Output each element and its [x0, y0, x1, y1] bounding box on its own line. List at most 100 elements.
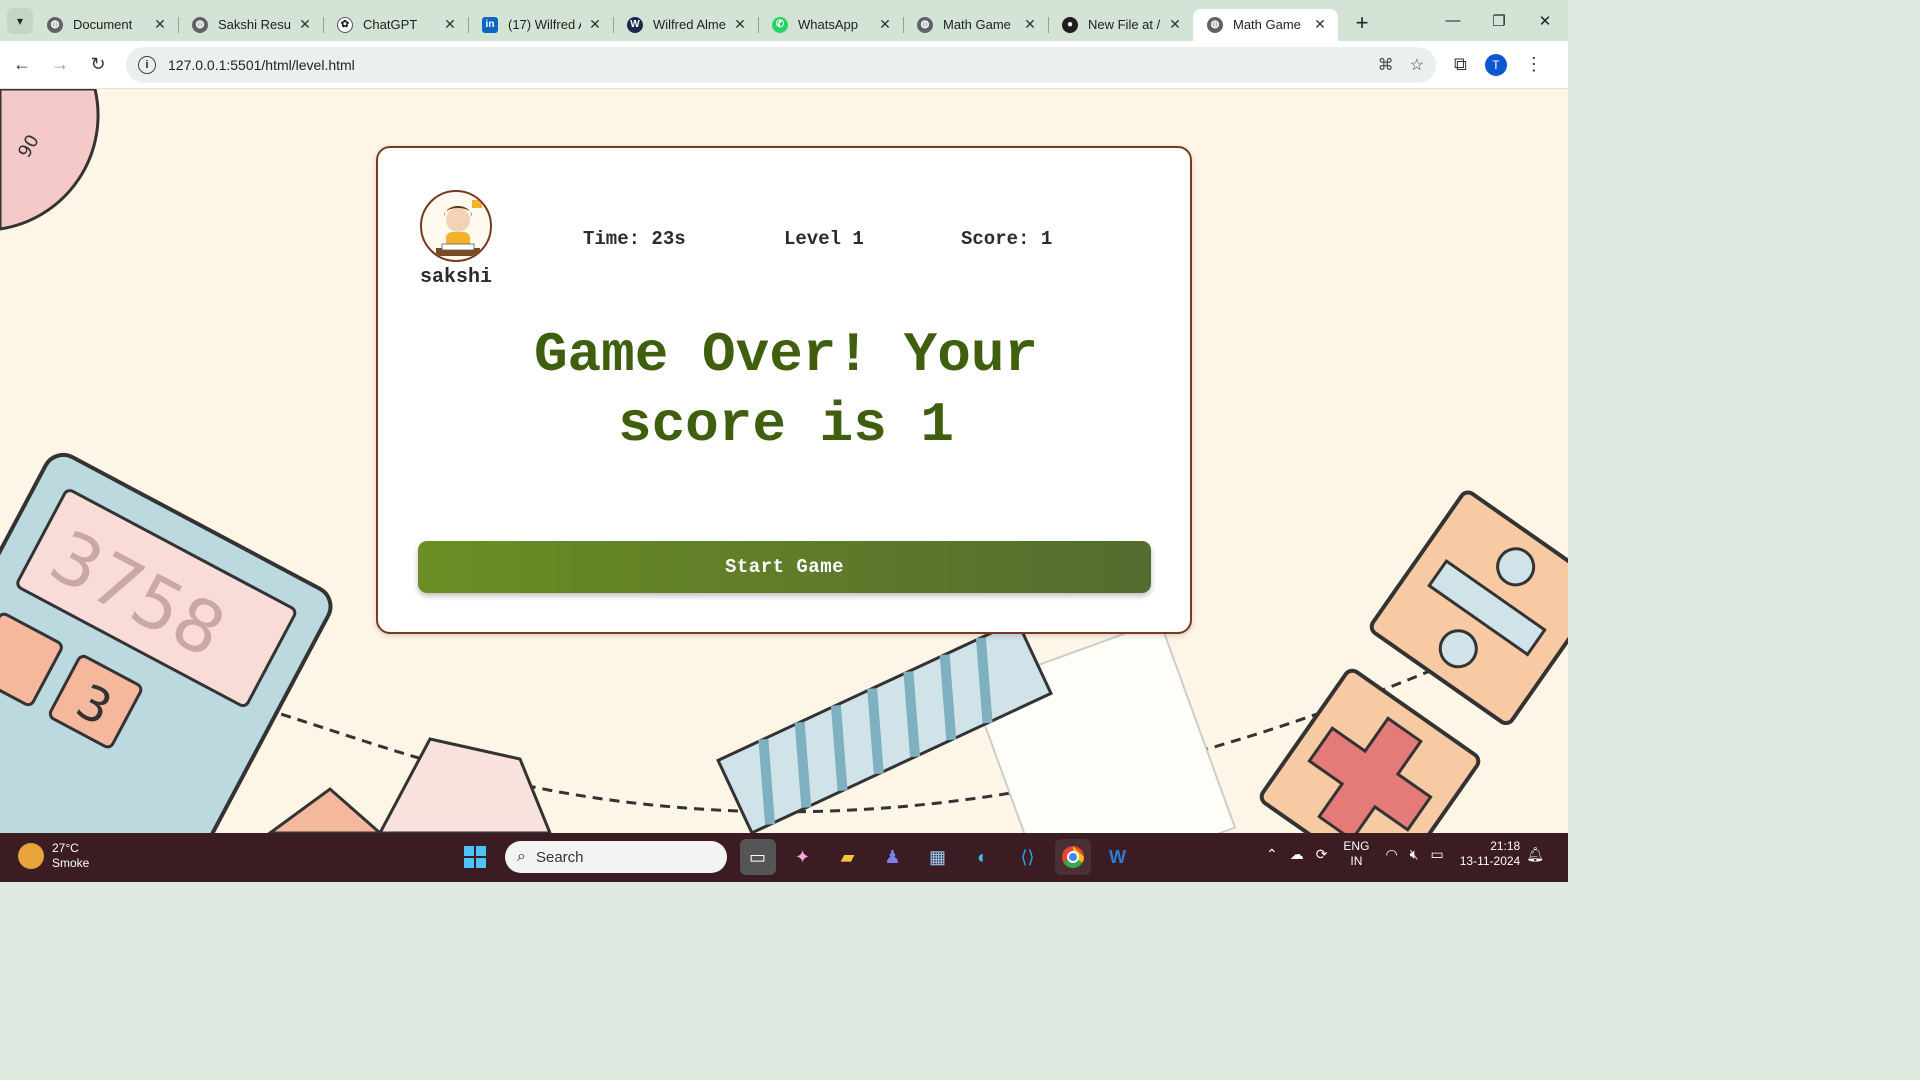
menu-kebab-icon[interactable]: ⋮: [1525, 54, 1543, 75]
translate-icon[interactable]: ⌘: [1378, 55, 1394, 75]
chrome-icon[interactable]: [1054, 839, 1091, 875]
game-card: sakshi Time: 23s Level 1 Score: 1 Game O…: [376, 146, 1192, 634]
battery-icon[interactable]: ▭: [1430, 846, 1443, 863]
score-display: Score: 1: [961, 228, 1053, 250]
close-window-icon[interactable]: ✕: [1522, 0, 1568, 41]
tab-math-game-1[interactable]: ◍ Math Game ✕: [903, 9, 1048, 41]
weather-sun-icon: [18, 843, 44, 869]
profile-avatar[interactable]: T: [1484, 53, 1507, 76]
close-icon[interactable]: ✕: [1167, 16, 1183, 33]
wifi-icon[interactable]: ◠: [1385, 846, 1397, 863]
eraser-decoration: [267, 737, 552, 833]
address-bar[interactable]: i 127.0.0.1:5501/html/level.html ⌘ ☆: [126, 46, 1436, 83]
close-icon[interactable]: ✕: [877, 16, 893, 33]
bookmark-star-icon[interactable]: ☆: [1410, 55, 1424, 75]
close-icon[interactable]: ✕: [587, 16, 603, 33]
close-icon[interactable]: ✕: [732, 16, 748, 33]
windows-start-icon[interactable]: [457, 839, 493, 875]
reload-icon[interactable]: ↻: [80, 47, 116, 83]
muted-speaker-icon[interactable]: 🔇︎: [1410, 846, 1419, 863]
start-game-button[interactable]: Start Game: [418, 541, 1151, 593]
word-icon[interactable]: W: [1100, 839, 1136, 875]
microsoft-store-icon[interactable]: ▦: [920, 839, 956, 875]
language-code: ENG: [1343, 839, 1370, 853]
clock-time: 21:18: [1490, 839, 1521, 853]
close-icon[interactable]: ✕: [152, 16, 168, 33]
w-icon: W: [627, 16, 643, 33]
system-tray: ⌃ ☁ ⟳ ENG IN ◠ 🔇︎ ▭ 21:18 13-11-2024 🔔︎: [1260, 839, 1550, 869]
tab-title: New File at /: [1088, 17, 1161, 32]
region-code: IN: [1350, 854, 1363, 868]
globe-icon: ◍: [1207, 16, 1223, 33]
language-indicator[interactable]: ENG IN: [1343, 839, 1369, 869]
teams-icon[interactable]: ♟: [875, 839, 911, 875]
window-controls: — ❐ ✕: [1430, 0, 1568, 41]
globe-icon: ◍: [917, 16, 933, 33]
linkedin-icon: in: [482, 16, 498, 33]
protractor-decoration: 90: [0, 89, 100, 231]
close-icon[interactable]: ✕: [1022, 16, 1038, 33]
tab-whatsapp[interactable]: ✆ WhatsApp ✕: [758, 9, 903, 41]
restore-icon[interactable]: ❐: [1476, 0, 1522, 41]
tab-sakshi-resume[interactable]: ◍ Sakshi Resum ✕: [178, 9, 323, 41]
time-remaining: Time: 23s: [583, 228, 686, 250]
windows-taskbar: 27°C Smoke ⌕ Search ▭ ✦ ▰ ♟ ▦ ◐ ⟨⟩ W ⌃ ☁…: [0, 833, 1568, 882]
whatsapp-icon: ✆: [772, 16, 788, 33]
tab-linkedin[interactable]: in (17) Wilfred A ✕: [468, 9, 613, 41]
tab-title: (17) Wilfred A: [508, 17, 581, 32]
copilot-icon[interactable]: ✦: [785, 839, 821, 875]
back-arrow-icon[interactable]: ←: [4, 47, 40, 83]
username-label: sakshi: [420, 266, 493, 289]
tab-github[interactable]: ● New File at / ✕: [1048, 9, 1193, 41]
page-viewport: 90 3758 3 sakshi Time: 23s Level 1 Score…: [0, 89, 1568, 833]
site-info-icon[interactable]: i: [138, 55, 156, 74]
sync-icon[interactable]: ⟳: [1316, 846, 1328, 863]
chevron-up-icon[interactable]: ⌃: [1266, 846, 1278, 863]
vscode-icon[interactable]: ⟨⟩: [1010, 839, 1046, 875]
girl-avatar-icon: [436, 200, 482, 256]
tab-title: WhatsApp: [798, 17, 858, 32]
forward-arrow-icon[interactable]: →: [42, 47, 78, 83]
clock-date: 13-11-2024: [1459, 854, 1521, 868]
chrome-logo: [1061, 846, 1084, 868]
weather-widget[interactable]: 27°C Smoke: [18, 841, 89, 871]
new-tab-plus-icon[interactable]: +: [1348, 10, 1376, 36]
url-text[interactable]: 127.0.0.1:5501/html/level.html: [168, 57, 1362, 73]
onedrive-icon[interactable]: ☁: [1290, 846, 1304, 863]
tab-chatgpt[interactable]: ✿ ChatGPT ✕: [323, 9, 468, 41]
close-icon[interactable]: ✕: [1312, 16, 1328, 33]
browser-tab-strip: ▾ ◍ Document ✕ ◍ Sakshi Resum ✕ ✿ ChatGP…: [0, 0, 1568, 41]
tab-math-game-active[interactable]: ◍ Math Game ✕: [1193, 8, 1338, 41]
weather-description: Smoke: [52, 856, 90, 870]
globe-icon: ◍: [192, 16, 208, 33]
game-over-message: Game Over! Your score is 1: [533, 323, 1039, 457]
close-icon[interactable]: ✕: [297, 16, 313, 33]
division-block-decoration: [1369, 490, 1568, 726]
calculator-decoration: 3758 3: [0, 452, 333, 833]
plus-block-decoration: [1259, 668, 1481, 833]
windows-logo: [463, 846, 486, 868]
github-icon: ●: [1062, 16, 1078, 33]
globe-icon: ◍: [47, 16, 63, 33]
extensions-puzzle-icon[interactable]: ⧉: [1454, 54, 1467, 75]
tab-title: Math Game: [1233, 17, 1301, 32]
user-avatar: [420, 190, 492, 262]
notification-bell-icon[interactable]: 🔔︎: [1526, 846, 1544, 863]
close-icon[interactable]: ✕: [442, 16, 458, 33]
tab-title: Math Game: [943, 17, 1011, 32]
tab-title: Document: [73, 17, 133, 32]
chatgpt-icon: ✿: [337, 16, 353, 33]
search-icon: ⌕: [517, 848, 526, 865]
task-view-icon[interactable]: ▭: [739, 839, 776, 875]
edge-icon[interactable]: ◐: [965, 839, 1001, 875]
tab-title: Sakshi Resum: [218, 17, 291, 32]
weather-temperature: 27°C: [52, 841, 79, 855]
system-clock[interactable]: 21:18 13-11-2024: [1460, 839, 1521, 869]
tab-search-chevron-icon[interactable]: ▾: [7, 7, 33, 34]
minimize-icon[interactable]: —: [1430, 0, 1476, 41]
tab-document[interactable]: ◍ Document ✕: [33, 9, 178, 41]
tab-wilfred[interactable]: W Wilfred Alme ✕: [613, 9, 758, 41]
search-placeholder: Search: [535, 848, 584, 866]
file-explorer-icon[interactable]: ▰: [830, 839, 866, 875]
taskbar-search-box[interactable]: ⌕ Search: [505, 841, 727, 873]
